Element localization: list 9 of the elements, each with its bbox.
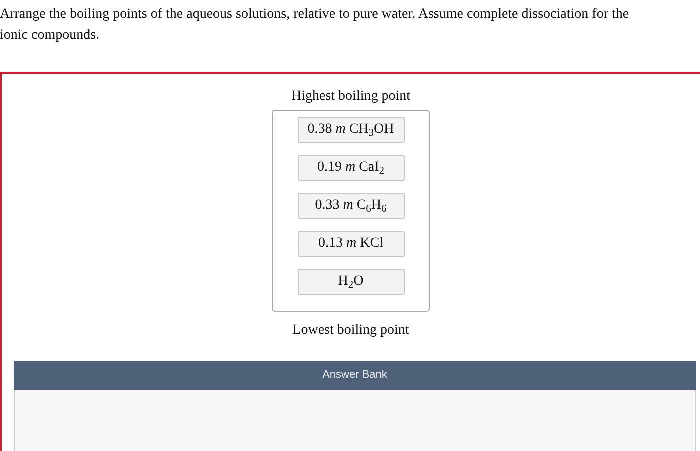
answer-tile[interactable]: 0.38 m CH$_{3}$OH — [298, 117, 404, 143]
bottom-label: Lowest boiling point — [292, 322, 410, 340]
answer-tile[interactable]: H$_{2}$O — [298, 269, 404, 295]
answer-tile[interactable]: 0.13 m KCl — [298, 231, 404, 257]
answer-bank-header: Answer Bank — [14, 361, 696, 390]
answer-tile[interactable]: 0.33 m C$_{6}$H$_{6}$ — [298, 193, 404, 219]
answer-tile[interactable]: 0.19 m CaI$_{2}$ — [298, 155, 404, 181]
top-label: Highest boiling point — [292, 88, 410, 106]
question-text: Arrange the boiling points of the aqueous solutions, relative to pure water. Assume complete dissociation for the ionic compounds. — [0, 6, 630, 45]
